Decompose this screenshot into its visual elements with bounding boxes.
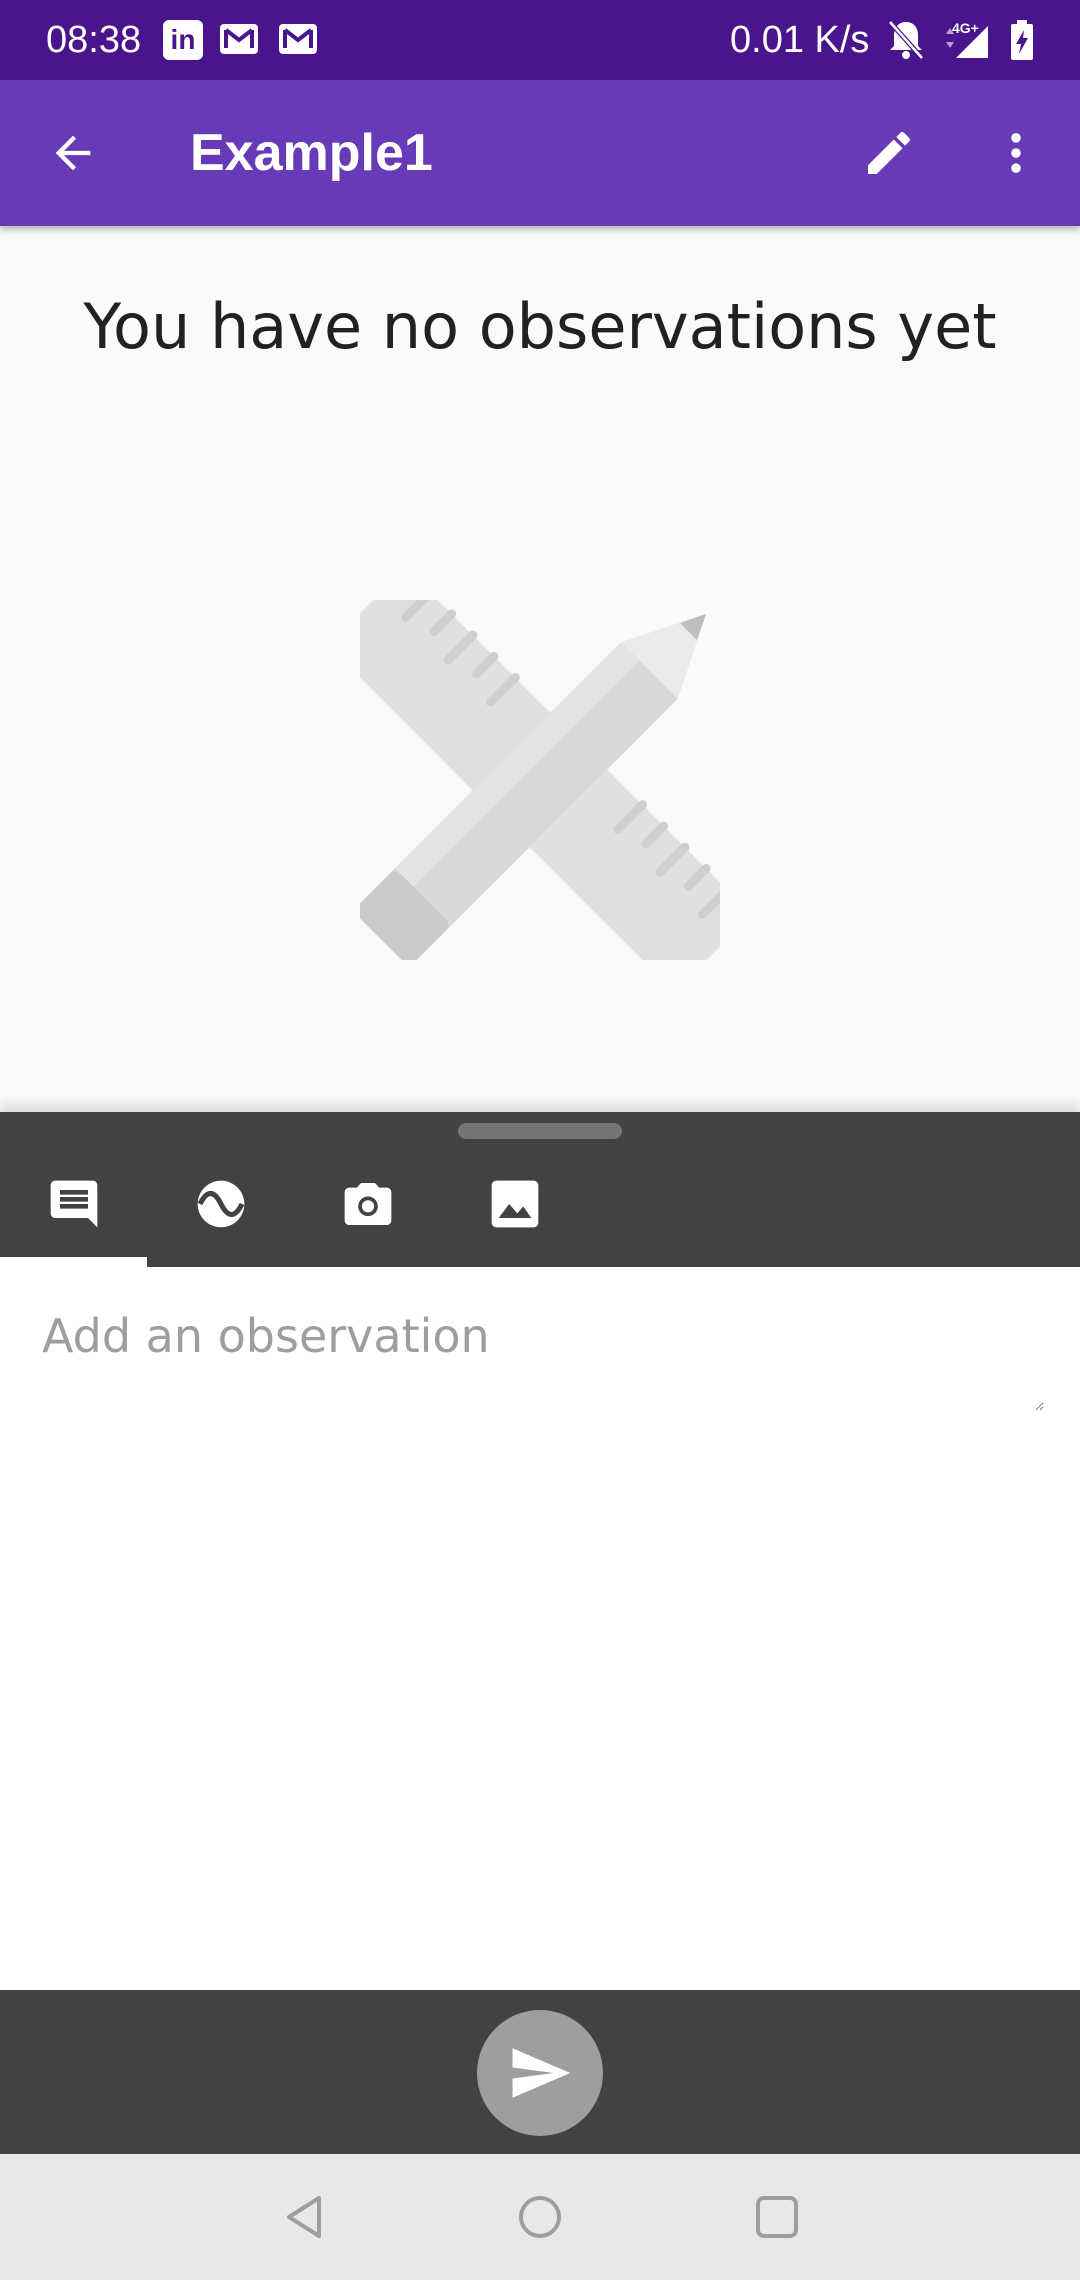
pencil-icon [868, 131, 911, 174]
status-bar: 08:38 in 0.01 K/s 4G+ [0, 0, 1080, 80]
send-icon [512, 2048, 571, 2098]
signal-icon [946, 26, 988, 58]
status-time: 08:38 [46, 19, 142, 61]
circle-home-icon [519, 2196, 561, 2238]
observation-input[interactable] [40, 1307, 1044, 1411]
tab-camera[interactable] [294, 1140, 441, 1267]
gmail-icon [220, 24, 258, 54]
image-icon [491, 1180, 538, 1227]
bell-off-icon [888, 20, 924, 60]
app-bar: Example1 [0, 80, 1080, 226]
system-nav-bar [0, 2154, 1080, 2280]
network-speed: 0.01 K/s [730, 19, 870, 61]
triangle-back-icon [287, 2196, 321, 2238]
camera-icon [344, 1182, 391, 1225]
linkedin-icon: in [163, 20, 203, 60]
nav-home-button[interactable] [500, 2177, 580, 2257]
tab-text-note[interactable] [0, 1140, 147, 1267]
edit-button[interactable] [841, 105, 937, 201]
back-button[interactable] [25, 105, 121, 201]
nav-back-button[interactable] [264, 2177, 344, 2257]
more-vert-icon [1011, 133, 1021, 173]
nav-recents-button[interactable] [737, 2177, 817, 2257]
arrow-back-icon [55, 135, 91, 171]
observation-input-area [0, 1267, 1080, 1990]
tab-gallery[interactable] [441, 1140, 588, 1267]
comment-icon [50, 1180, 97, 1227]
observation-panel [0, 1112, 1080, 1267]
overflow-menu-button[interactable] [968, 105, 1064, 201]
send-bar [0, 1990, 1080, 2154]
gmail-icon [279, 24, 317, 54]
sensor-wave-icon [197, 1180, 244, 1227]
battery-icon [1011, 20, 1033, 60]
tab-sensor[interactable] [147, 1140, 294, 1267]
send-button[interactable] [477, 2010, 603, 2136]
square-recents-icon [756, 2196, 798, 2238]
page-title: Example1 [190, 124, 433, 182]
empty-state-message: You have no observations yet [83, 290, 997, 363]
drag-handle[interactable] [458, 1123, 622, 1139]
ruler-pencil-icon [360, 600, 720, 960]
